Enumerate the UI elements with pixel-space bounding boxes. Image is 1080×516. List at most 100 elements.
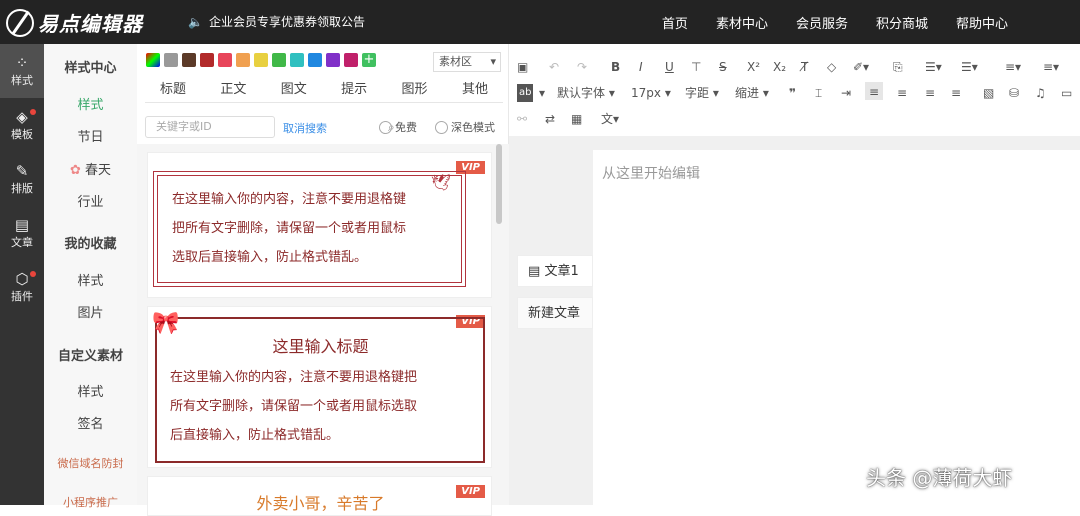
radio-label: 深色模式 — [451, 121, 495, 134]
superscript-icon[interactable]: X² — [747, 58, 760, 76]
indent-icon[interactable]: ⇥ — [841, 84, 851, 102]
rail-plugin[interactable]: ⬡ 插件 — [0, 260, 44, 314]
sidebar-custom-signature[interactable]: 签名 — [44, 413, 137, 432]
strikethrough-icon[interactable]: S — [719, 58, 727, 76]
letter-spacing-select[interactable]: 字距 ▾ — [685, 84, 719, 102]
article-item[interactable]: ▤ 文章1 — [517, 255, 593, 287]
tab-other[interactable]: 其他 — [447, 78, 503, 97]
nav-materials[interactable]: 素材中心 — [716, 13, 768, 32]
line-height-icon[interactable]: ≡▾ — [1005, 58, 1021, 76]
template-card[interactable]: VIP 🕊 在这里输入你的内容，注意不要用退格键 把所有文字删除，请保留一个或者… — [147, 152, 492, 298]
table-icon[interactable]: ▦ — [571, 110, 582, 128]
fill-bucket-icon[interactable]: ⛁ — [1009, 84, 1019, 102]
panel-scrollbar[interactable] — [496, 144, 502, 224]
swatch[interactable] — [236, 53, 250, 67]
swatch[interactable] — [146, 53, 160, 67]
page-break-icon[interactable]: ⌶ — [815, 84, 822, 102]
indent-value: 缩进 — [735, 86, 760, 100]
dark-mode-radio[interactable]: 深色模式 — [435, 119, 495, 135]
underline-icon[interactable]: U — [665, 58, 674, 76]
free-radio[interactable]: 免费 — [379, 119, 417, 135]
nav-membership[interactable]: 会员服务 — [796, 13, 848, 32]
font-color-icon[interactable]: ab — [517, 84, 534, 102]
nav-home[interactable]: 首页 — [662, 13, 688, 32]
editor-body[interactable]: 从这里开始编辑 — [593, 150, 1080, 505]
tab-shape[interactable]: 图形 — [387, 78, 443, 97]
rail-article[interactable]: ▤ 文章 — [0, 206, 44, 260]
video-icon[interactable]: ▭ — [1061, 84, 1072, 102]
rail-layout[interactable]: ✎ 排版 — [0, 152, 44, 206]
card-line: 在这里输入你的内容，注意不要用退格键 — [172, 192, 407, 207]
rail-style[interactable]: ⁘ 样式 — [0, 44, 44, 98]
clear-format-icon[interactable]: T̸ — [801, 58, 808, 76]
italic-icon[interactable]: I — [639, 58, 643, 76]
swatch[interactable] — [200, 53, 214, 67]
promo-mini-program[interactable]: 小程序推广 — [44, 494, 137, 510]
swatch[interactable] — [164, 53, 178, 67]
cancel-search-link[interactable]: 取消搜索 — [283, 120, 327, 136]
new-article-button[interactable]: 新建文章 — [517, 297, 593, 329]
sidebar-custom-style[interactable]: 样式 — [44, 381, 137, 400]
swatch[interactable] — [272, 53, 286, 67]
radio-circle — [379, 120, 392, 134]
sidebar-item-industry[interactable]: 行业 — [44, 191, 137, 210]
rail-label: 排版 — [11, 182, 33, 195]
align-center-icon[interactable]: ≡ — [897, 84, 907, 102]
align-justify-icon[interactable]: ≡ — [951, 84, 961, 102]
tab-image-text[interactable]: 图文 — [266, 78, 322, 97]
nav-points-mall[interactable]: 积分商城 — [876, 13, 928, 32]
nav-help[interactable]: 帮助中心 — [956, 13, 1008, 32]
redo-icon[interactable]: ↷ — [577, 58, 587, 76]
font-size-select[interactable]: 17px ▾ — [631, 84, 671, 102]
template-card[interactable]: VIP 🎀 这里输入标题 在这里输入你的内容，注意不要用退格键把 所有文字删除，… — [147, 306, 492, 468]
sidebar-item-spring[interactable]: ✿ 春天 — [44, 159, 137, 178]
search-input[interactable]: 关键字或ID — [145, 116, 275, 138]
music-icon[interactable]: ♫ — [1035, 84, 1046, 102]
announcement[interactable]: 🔈 企业会员专享优惠券领取公告 — [188, 13, 365, 30]
swatch[interactable] — [326, 53, 340, 67]
sidebar-item-festival[interactable]: 节日 — [44, 126, 137, 145]
swatch[interactable] — [182, 53, 196, 67]
blockquote-icon[interactable]: ❞ — [789, 84, 796, 102]
ordered-list-icon[interactable]: ☰▾ — [961, 58, 978, 76]
image-icon[interactable]: ▧ — [983, 84, 994, 102]
add-color-icon[interactable]: + — [362, 53, 376, 67]
find-replace-icon[interactable]: ⇄ — [545, 110, 555, 128]
watermark: 头条 @薄荷大虾 — [866, 466, 1013, 490]
material-select[interactable]: 素材区 ▾ — [433, 52, 501, 72]
source-icon[interactable]: ▣ — [517, 58, 528, 76]
sidebar-item-style[interactable]: 样式 — [44, 94, 137, 113]
swatch[interactable] — [308, 53, 322, 67]
promo-anti-block[interactable]: 微信域名防封 — [44, 455, 137, 471]
font-family-select[interactable]: 默认字体 ▾ — [557, 84, 615, 102]
caret-down-icon[interactable]: ▾ — [539, 84, 545, 102]
flower-icon: ✿ — [69, 163, 81, 178]
sidebar-fav-style[interactable]: 样式 — [44, 270, 137, 289]
tab-title[interactable]: 标题 — [145, 78, 201, 97]
bold-icon[interactable]: B — [611, 58, 620, 76]
swatch[interactable] — [254, 53, 268, 67]
paste-icon[interactable]: ⎘ — [893, 58, 903, 76]
unordered-list-icon[interactable]: ☰▾ — [925, 58, 942, 76]
format-brush-icon[interactable]: ◇ — [827, 58, 836, 76]
swatch[interactable] — [344, 53, 358, 67]
tab-body[interactable]: 正文 — [205, 78, 261, 97]
template-card[interactable]: VIP 外卖小哥，辛苦了 — [147, 476, 492, 516]
align-right-icon[interactable]: ≡ — [925, 84, 935, 102]
align-left-icon[interactable]: ≡ — [865, 82, 884, 100]
swatch[interactable] — [218, 53, 232, 67]
translate-icon[interactable]: 文▾ — [601, 110, 619, 128]
logo[interactable]: 易点编辑器 — [6, 8, 143, 37]
rail-template[interactable]: ◈ 模板 — [0, 98, 44, 152]
undo-icon[interactable]: ↶ — [549, 58, 559, 76]
sidebar-fav-image[interactable]: 图片 — [44, 302, 137, 321]
tab-tip[interactable]: 提示 — [326, 78, 382, 97]
subscript-icon[interactable]: X₂ — [773, 58, 786, 76]
border-text-icon[interactable]: ⊤ — [691, 58, 701, 76]
paragraph-spacing-icon[interactable]: ≡▾ — [1043, 58, 1059, 76]
swatch[interactable] — [290, 53, 304, 67]
link-icon[interactable]: ⚯ — [517, 110, 527, 128]
letter-spacing-value: 字距 — [685, 86, 710, 100]
highlight-icon[interactable]: ✐▾ — [853, 58, 869, 76]
indent-select[interactable]: 缩进 ▾ — [735, 84, 769, 102]
